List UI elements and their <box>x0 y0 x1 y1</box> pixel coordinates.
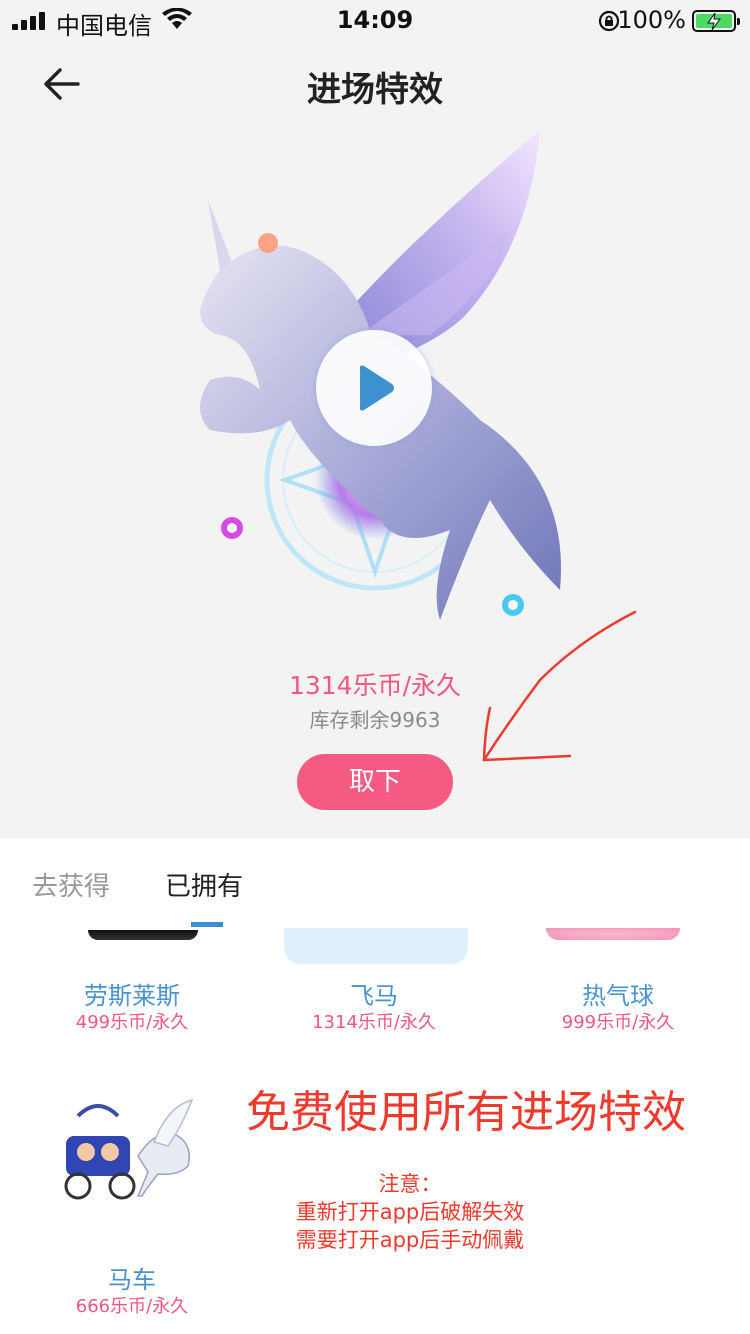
play-button[interactable] <box>316 330 432 446</box>
carriage-thumbnail[interactable] <box>58 1096 198 1206</box>
item-name[interactable]: 劳斯莱斯 <box>12 976 252 1011</box>
note-line: 重新打开app后破解失效 <box>295 1200 525 1224</box>
item-price: 666乐币/永久 <box>75 1296 189 1317</box>
item-price: 499乐币/永久 <box>75 1012 189 1033</box>
play-icon <box>360 365 394 411</box>
active-tab-indicator <box>191 922 223 927</box>
item-price: 1314乐币/永久 <box>312 1012 436 1033</box>
promo-annotation: 免费使用所有进场特效 <box>246 1087 686 1138</box>
page-title: 进场特效 <box>307 70 443 110</box>
item-name[interactable]: 马车 <box>12 1260 252 1295</box>
effects-list-panel: 去获得 已拥有 劳斯莱斯 499乐币/永久 飞马 1314乐币/永久 热气球 9… <box>0 838 750 1334</box>
tab-owned[interactable]: 已拥有 <box>165 866 243 903</box>
item-name[interactable]: 飞马 <box>254 976 494 1011</box>
rolls-royce-thumbnail[interactable] <box>88 930 198 940</box>
pegasus-thumbnail[interactable] <box>284 928 468 964</box>
battery-icon <box>692 10 740 32</box>
item-name[interactable]: 热气球 <box>498 976 738 1011</box>
status-bar: 中国电信 14:09 100% <box>0 0 750 40</box>
remove-button[interactable]: 取下 <box>297 754 453 810</box>
note-title: 注意： <box>378 1172 442 1196</box>
item-price: 999乐币/永久 <box>561 1012 675 1033</box>
battery-percentage: 100% <box>617 6 686 34</box>
note-line: 需要打开app后手动佩戴 <box>295 1228 525 1252</box>
annotation-arrow <box>482 610 637 762</box>
hot-air-balloon-thumbnail[interactable] <box>546 928 680 940</box>
tab-get[interactable]: 去获得 <box>32 866 110 903</box>
